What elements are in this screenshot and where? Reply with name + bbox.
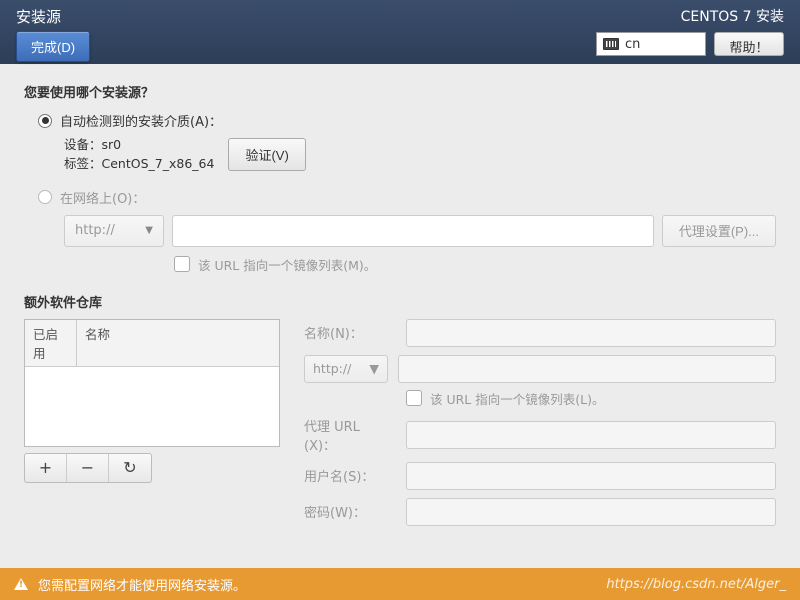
- refresh-icon: ↻: [123, 458, 136, 477]
- watermark-text: https://blog.csdn.net/Alger_: [606, 577, 786, 592]
- add-repo-button[interactable]: +: [25, 454, 67, 482]
- help-button[interactable]: 帮助！: [714, 32, 784, 56]
- warning-icon: [14, 578, 28, 590]
- done-button[interactable]: 完成(D): [16, 31, 90, 62]
- mirror-list-checkbox-label: 该 URL 指向一个镜像列表(M)。: [198, 255, 376, 274]
- radio-auto-media-label: 自动检测到的安装介质(A)：: [60, 111, 222, 130]
- radio-network-label: 在网络上(O)：: [60, 188, 145, 207]
- chevron-down-icon: ▼: [369, 361, 379, 376]
- repo-url-input[interactable]: [398, 355, 776, 383]
- protocol-select[interactable]: http:// ▼: [64, 215, 164, 247]
- repo-name-input[interactable]: [406, 319, 776, 347]
- warning-bar: 您需配置网络才能使用网络安装源。 https://blog.csdn.net/A…: [0, 568, 800, 600]
- repo-col-enabled[interactable]: 已启用: [25, 320, 77, 366]
- radio-auto-media[interactable]: [38, 114, 52, 128]
- user-label: 用户名(S)：: [304, 466, 396, 485]
- password-label: 密码(W)：: [304, 502, 396, 521]
- proxy-settings-button[interactable]: 代理设置(P)...: [662, 215, 776, 247]
- url-input[interactable]: [172, 215, 654, 247]
- repo-mirror-checkbox[interactable]: [406, 390, 422, 406]
- repo-toolbar: + − ↻: [24, 453, 152, 483]
- remove-repo-button[interactable]: −: [67, 454, 109, 482]
- refresh-repo-button[interactable]: ↻: [109, 454, 151, 482]
- source-question: 您要使用哪个安装源？: [24, 82, 776, 101]
- page-title: 安装源: [16, 6, 61, 27]
- user-input[interactable]: [406, 462, 776, 490]
- extra-repo-title: 额外软件仓库: [24, 292, 776, 311]
- chevron-down-icon: ▼: [145, 225, 153, 236]
- repo-name-label: 名称(N)：: [304, 323, 396, 342]
- protocol-select-value: http://: [75, 223, 115, 238]
- verify-button[interactable]: 验证(V): [228, 138, 305, 171]
- proxy-url-label: 代理 URL (X)：: [304, 416, 396, 454]
- repo-mirror-checkbox-label: 该 URL 指向一个镜像列表(L)。: [430, 389, 604, 408]
- keyboard-icon: [603, 38, 619, 50]
- password-input[interactable]: [406, 498, 776, 526]
- keyboard-layout-label: cn: [625, 37, 640, 52]
- keyboard-indicator[interactable]: cn: [596, 32, 706, 56]
- distro-title: CENTOS 7 安装: [596, 6, 784, 26]
- proxy-url-input[interactable]: [406, 421, 776, 449]
- repo-protocol-select[interactable]: http:// ▼: [304, 355, 388, 383]
- minus-icon: −: [81, 458, 94, 477]
- warning-text: 您需配置网络才能使用网络安装源。: [38, 575, 246, 594]
- repo-col-name[interactable]: 名称: [77, 320, 279, 366]
- repo-protocol-value: http://: [313, 361, 351, 376]
- device-info: 设备：sr0 标签：CentOS_7_x86_64: [64, 136, 214, 174]
- mirror-list-checkbox[interactable]: [174, 256, 190, 272]
- radio-network[interactable]: [38, 190, 52, 204]
- repo-list[interactable]: 已启用 名称: [24, 319, 280, 447]
- plus-icon: +: [39, 458, 52, 477]
